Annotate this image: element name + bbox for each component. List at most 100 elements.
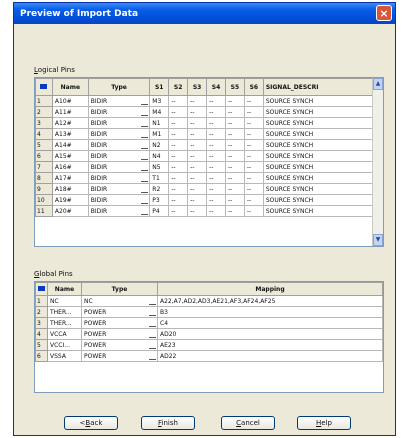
pin-type-cell[interactable]: POWER — [81, 317, 158, 329]
pin-s2-cell[interactable]: -- — [168, 183, 189, 195]
close-button[interactable]: × — [376, 5, 392, 21]
pin-s2-cell[interactable]: -- — [168, 161, 189, 173]
dropdown-icon[interactable] — [141, 145, 149, 149]
pin-s6-cell[interactable]: -- — [243, 106, 264, 118]
pin-s4-cell[interactable]: -- — [206, 106, 226, 118]
pin-type-cell[interactable]: POWER — [81, 350, 158, 362]
signal-description-cell[interactable]: SOURCE SYNCH — [262, 139, 383, 151]
signal-description-cell[interactable]: SOURCE SYNCH — [262, 172, 383, 184]
row-number[interactable]: 1 — [35, 95, 53, 107]
pin-mapping-cell[interactable]: A22,A7,AD2,AD3,AE21,AF3,AF24,AF25 — [157, 295, 383, 307]
pin-type-cell[interactable]: BIDIR — [87, 172, 151, 184]
pin-type-cell[interactable]: BIDIR — [87, 139, 151, 151]
dropdown-icon[interactable] — [141, 112, 149, 116]
logical-pins-grid[interactable]: Name Type S1 S2 S3 S4 S5 S6 SIGNAL_DESCR… — [34, 77, 384, 247]
pin-s6-cell[interactable]: -- — [243, 183, 264, 195]
pin-name-cell[interactable]: A11# — [51, 106, 89, 118]
pin-name-cell[interactable]: VCCA — [47, 328, 82, 340]
dropdown-icon[interactable] — [141, 200, 149, 204]
pin-s6-cell[interactable]: -- — [243, 117, 264, 129]
row-number[interactable]: 2 — [35, 306, 48, 318]
pin-s2-cell[interactable]: -- — [168, 106, 189, 118]
dropdown-icon[interactable] — [141, 123, 149, 127]
pin-type-cell[interactable]: POWER — [81, 328, 158, 340]
dropdown-icon[interactable] — [141, 134, 149, 138]
pin-type-cell[interactable]: POWER — [81, 339, 158, 351]
table-row[interactable]: 3 A12# BIDIR N1 -- -- -- -- -- SOURCE SYNCH — [35, 117, 383, 129]
row-number[interactable]: 9 — [35, 183, 53, 195]
help-button[interactable]: Help — [297, 416, 351, 430]
dropdown-icon[interactable] — [149, 301, 156, 305]
pin-s1-cell[interactable]: P4 — [149, 205, 170, 217]
pin-name-cell[interactable]: A13# — [51, 128, 89, 140]
pin-s3-cell[interactable]: -- — [187, 194, 208, 206]
pin-s2-cell[interactable]: -- — [168, 172, 189, 184]
pin-s6-cell[interactable]: -- — [243, 161, 264, 173]
pin-name-cell[interactable]: A19# — [51, 194, 89, 206]
signal-description-cell[interactable]: SOURCE SYNCH — [262, 205, 383, 217]
row-number[interactable]: 7 — [35, 161, 53, 173]
pin-s3-cell[interactable]: -- — [187, 150, 208, 162]
pin-s5-cell[interactable]: -- — [224, 139, 245, 151]
table-row[interactable]: 10 A19# BIDIR P3 -- -- -- -- -- SOURCE SYNCH — [35, 194, 383, 206]
pin-s2-cell[interactable]: -- — [168, 95, 189, 107]
row-number[interactable]: 4 — [35, 128, 53, 140]
pin-s4-cell[interactable]: -- — [206, 183, 226, 195]
pin-s5-cell[interactable]: -- — [224, 205, 245, 217]
column-header-s5[interactable]: S5 — [224, 78, 245, 96]
table-row[interactable]: 4 A13# BIDIR M1 -- -- -- -- -- SOURCE SYNCH — [35, 128, 383, 140]
pin-s6-cell[interactable]: -- — [243, 172, 264, 184]
row-number[interactable]: 5 — [35, 339, 48, 351]
dropdown-icon[interactable] — [141, 156, 149, 160]
table-row[interactable]: 7 A16# BIDIR N5 -- -- -- -- -- SOURCE SYNCH — [35, 161, 383, 173]
table-row[interactable]: 1 NC NC A22,A7,AD2,AD3,AE21,AF3,AF24,AF25 — [35, 295, 383, 307]
row-number[interactable]: 6 — [35, 150, 53, 162]
back-button[interactable]: <Back — [64, 416, 118, 430]
column-header-name[interactable]: Name — [51, 78, 89, 96]
table-row[interactable]: 5 A14# BIDIR N2 -- -- -- -- -- SOURCE SYNCH — [35, 139, 383, 151]
pin-s1-cell[interactable]: M3 — [149, 95, 170, 107]
pin-s2-cell[interactable]: -- — [168, 139, 189, 151]
row-number[interactable]: 4 — [35, 328, 48, 340]
pin-type-cell[interactable]: BIDIR — [87, 161, 151, 173]
pin-type-cell[interactable]: BIDIR — [87, 205, 151, 217]
pin-s3-cell[interactable]: -- — [187, 205, 208, 217]
dropdown-icon[interactable] — [149, 345, 156, 349]
dropdown-icon[interactable] — [141, 189, 149, 193]
pin-s3-cell[interactable]: -- — [187, 172, 208, 184]
column-header-s1[interactable]: S1 — [149, 78, 170, 96]
cancel-button[interactable]: Cancel — [221, 416, 275, 430]
pin-mapping-cell[interactable]: AD22 — [157, 350, 383, 362]
pin-name-cell[interactable]: A12# — [51, 117, 89, 129]
table-row[interactable]: 8 A17# BIDIR T1 -- -- -- -- -- SOURCE SYNCH — [35, 172, 383, 184]
pin-s4-cell[interactable]: -- — [206, 128, 226, 140]
global-pins-grid[interactable]: Name Type Mapping 1 NC NC A22,A7,AD2,AD3,AE… — [34, 281, 384, 393]
pin-s3-cell[interactable]: -- — [187, 139, 208, 151]
pin-mapping-cell[interactable]: B3 — [157, 306, 383, 318]
pin-s5-cell[interactable]: -- — [224, 194, 245, 206]
pin-s1-cell[interactable]: N2 — [149, 139, 170, 151]
dropdown-icon[interactable] — [149, 312, 156, 316]
pin-s2-cell[interactable]: -- — [168, 117, 189, 129]
pin-s1-cell[interactable]: M4 — [149, 106, 170, 118]
table-row[interactable]: 1 A10# BIDIR M3 -- -- -- -- -- SOURCE SYNCH — [35, 95, 383, 107]
pin-type-cell[interactable]: BIDIR — [87, 117, 151, 129]
row-number[interactable]: 11 — [35, 205, 53, 217]
pin-type-cell[interactable]: BIDIR — [87, 150, 151, 162]
pin-s4-cell[interactable]: -- — [206, 194, 226, 206]
logical-grid-scrollbar[interactable]: ▲ ▼ — [372, 78, 383, 246]
column-header-type[interactable]: Type — [87, 78, 151, 96]
pin-s5-cell[interactable]: -- — [224, 161, 245, 173]
signal-description-cell[interactable]: SOURCE SYNCH — [262, 194, 383, 206]
pin-s4-cell[interactable]: -- — [206, 161, 226, 173]
scroll-up-arrow-icon[interactable]: ▲ — [373, 78, 383, 90]
pin-s4-cell[interactable]: -- — [206, 139, 226, 151]
pin-type-cell[interactable]: BIDIR — [87, 95, 151, 107]
pin-s4-cell[interactable]: -- — [206, 150, 226, 162]
pin-s2-cell[interactable]: -- — [168, 205, 189, 217]
pin-s5-cell[interactable]: -- — [224, 128, 245, 140]
pin-type-cell[interactable]: BIDIR — [87, 194, 151, 206]
table-row[interactable]: 2 A11# BIDIR M4 -- -- -- -- -- SOURCE SYNCH — [35, 106, 383, 118]
pin-s3-cell[interactable]: -- — [187, 161, 208, 173]
pin-s4-cell[interactable]: -- — [206, 205, 226, 217]
